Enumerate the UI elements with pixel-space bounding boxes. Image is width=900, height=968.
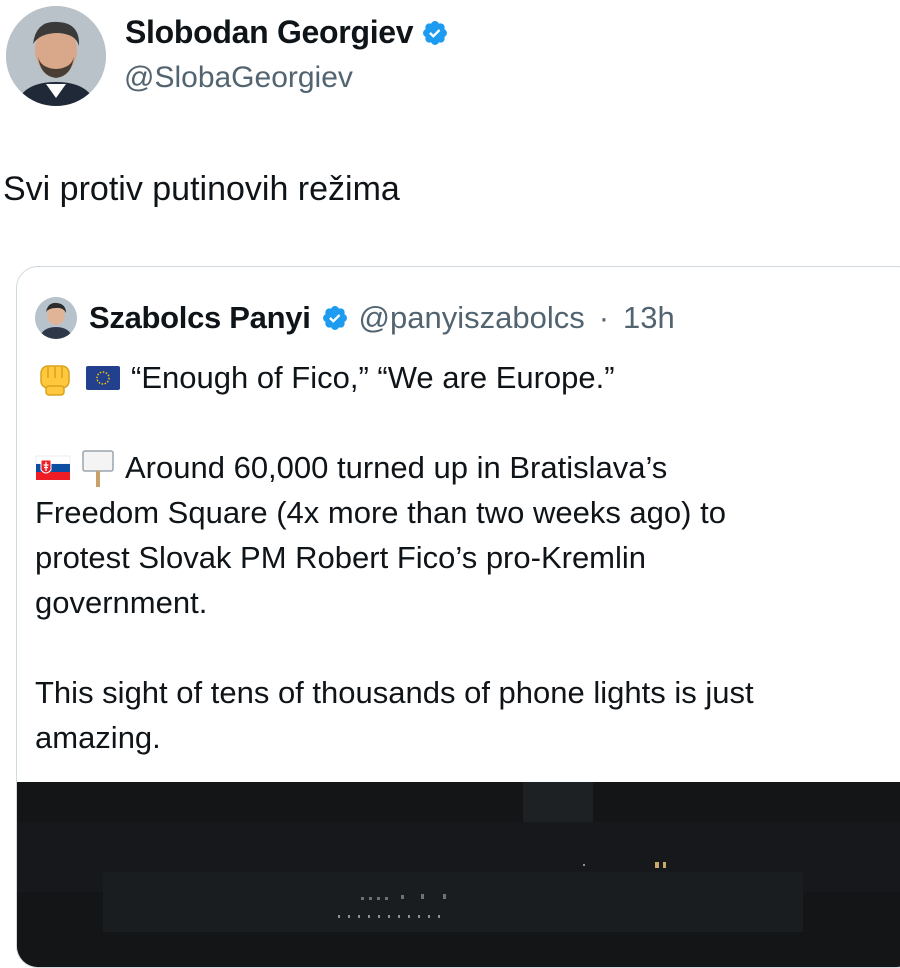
- quoted-line-4: protest Slovak PM Robert Fico’s pro-Krem…: [35, 540, 647, 575]
- author-avatar-image: [6, 6, 106, 106]
- night-protest-photo: [17, 782, 900, 967]
- quoted-line-1: “Enough of Fico,” “We are Europe.”: [35, 355, 895, 400]
- quoted-timestamp[interactable]: 13h: [623, 300, 675, 336]
- quoted-tweet-body: “Enough of Fico,” “We are Europe.” Aroun…: [35, 355, 895, 760]
- quoted-author-avatar-image: [35, 297, 77, 339]
- quoted-line-6: This sight of tens of thousands of phone…: [35, 675, 754, 710]
- placard-icon: [82, 449, 114, 487]
- quoted-line-1-text: “Enough of Fico,” “We are Europe.”: [131, 360, 615, 395]
- quoted-line-3: Freedom Square (4x more than two weeks a…: [35, 495, 726, 530]
- author-name[interactable]: Slobodan Georgiev: [125, 14, 449, 51]
- quoted-line-7: amazing.: [35, 720, 161, 755]
- raised-fist-icon: [40, 364, 70, 396]
- quoted-line-5: government.: [35, 585, 208, 620]
- quoted-tweet-card[interactable]: Szabolcs Panyi @panyiszabolcs · 13h “Enoug…: [16, 266, 900, 968]
- quoted-line-2-text: Around 60,000 turned up in Bratislava’s: [125, 450, 668, 485]
- verified-badge-icon: [423, 20, 448, 45]
- author-avatar[interactable]: [6, 6, 106, 106]
- quoted-author-handle[interactable]: @panyiszabolcs: [359, 300, 585, 336]
- eu-flag-icon: [86, 365, 120, 390]
- quoted-author-name[interactable]: Szabolcs Panyi: [89, 300, 311, 336]
- quoted-line-2: Around 60,000 turned up in Bratislava’s: [35, 445, 895, 490]
- author-name-text: Slobodan Georgiev: [125, 14, 414, 50]
- quoted-separator: ·: [598, 300, 610, 335]
- tweet-text: Svi protiv putinovih režima: [3, 170, 400, 208]
- quoted-media-image[interactable]: [17, 782, 900, 967]
- slovakia-flag-icon: [35, 455, 71, 480]
- quoted-verified-badge-icon: [322, 306, 347, 330]
- quoted-author-avatar[interactable]: [35, 297, 77, 339]
- quoted-tweet-header: Szabolcs Panyi @panyiszabolcs · 13h: [35, 297, 675, 339]
- author-handle[interactable]: @SlobaGeorgiev: [124, 61, 353, 95]
